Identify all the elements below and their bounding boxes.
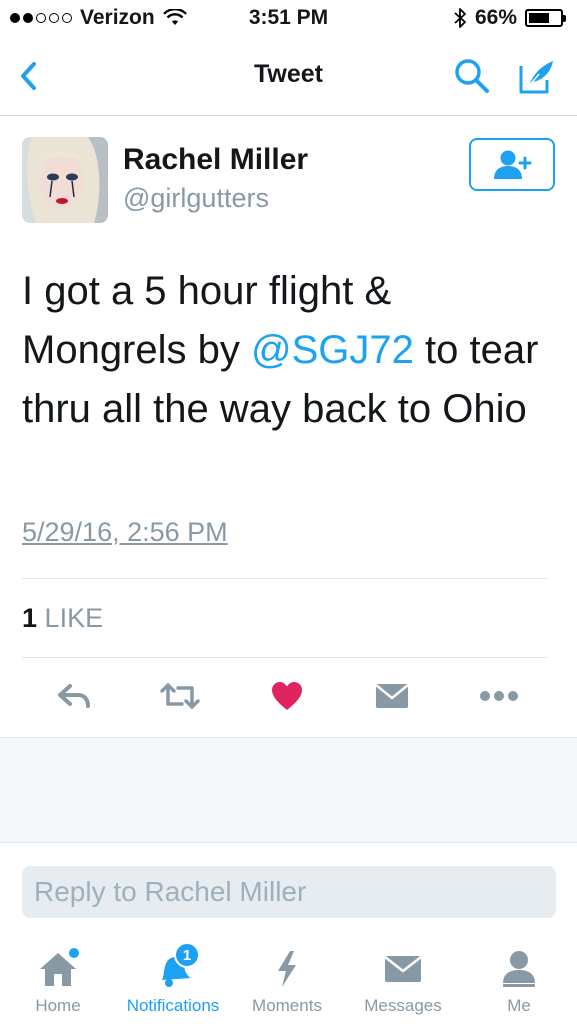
tab-moments[interactable]: Moments bbox=[244, 936, 330, 1024]
direct-message-button[interactable] bbox=[372, 678, 412, 714]
person-icon bbox=[494, 944, 544, 994]
notifications-badge: 1 bbox=[174, 942, 200, 968]
reply-icon bbox=[58, 684, 90, 708]
tab-label: Home bbox=[35, 996, 81, 1015]
direct-message-icon bbox=[375, 684, 409, 708]
home-unread-dot bbox=[69, 948, 79, 958]
mention-link[interactable]: @SGJ72 bbox=[251, 328, 414, 372]
tab-label: Notifications bbox=[126, 996, 220, 1015]
navigation-bar: Tweet bbox=[0, 38, 577, 116]
follow-button[interactable] bbox=[469, 138, 555, 191]
avatar[interactable] bbox=[22, 137, 108, 223]
bluetooth-icon bbox=[454, 8, 466, 28]
like-count-row[interactable]: 1 LIKE bbox=[22, 603, 103, 634]
search-icon[interactable] bbox=[452, 56, 492, 96]
tab-label: Me bbox=[507, 996, 531, 1015]
bell-icon: 1 bbox=[148, 942, 200, 994]
tab-label: Moments bbox=[252, 996, 322, 1015]
reply-input[interactable]: Reply to Rachel Miller bbox=[22, 866, 556, 918]
retweet-button[interactable] bbox=[160, 678, 200, 714]
author-name[interactable]: Rachel Miller bbox=[123, 143, 308, 177]
home-icon bbox=[33, 944, 83, 994]
tweet-text: I got a 5 hour flight & Mongrels by @SGJ… bbox=[22, 262, 562, 439]
more-button[interactable] bbox=[479, 678, 519, 714]
reply-button[interactable] bbox=[54, 678, 94, 714]
more-icon bbox=[480, 691, 518, 701]
like-button[interactable] bbox=[267, 678, 307, 714]
follow-user-icon bbox=[494, 150, 532, 179]
tweet-actions bbox=[0, 674, 577, 718]
battery-level-fill bbox=[529, 13, 549, 23]
battery-icon bbox=[525, 9, 566, 27]
battery-percent: 66% bbox=[474, 6, 517, 29]
battery-group: 66% bbox=[453, 6, 566, 30]
reply-placeholder: Reply to Rachel Miller bbox=[34, 876, 307, 907]
status-bar: Verizon 3:51 PM 66% bbox=[0, 0, 577, 38]
author-handle[interactable]: @girlgutters bbox=[123, 183, 269, 214]
compose-icon[interactable] bbox=[515, 56, 557, 98]
envelope-icon bbox=[378, 944, 428, 994]
divider bbox=[22, 578, 548, 579]
lightning-icon bbox=[262, 944, 312, 994]
empty-replies-area bbox=[0, 737, 577, 843]
like-label: LIKE bbox=[44, 603, 104, 633]
avatar-image bbox=[22, 137, 108, 223]
heart-icon bbox=[272, 682, 302, 710]
tab-home[interactable]: Home bbox=[23, 936, 93, 1024]
tab-label: Messages bbox=[364, 996, 442, 1015]
tab-messages[interactable]: Messages bbox=[355, 936, 451, 1024]
divider bbox=[22, 657, 548, 658]
tab-notifications[interactable]: 1 Notifications bbox=[117, 936, 229, 1024]
tab-me[interactable]: Me bbox=[495, 936, 543, 1024]
retweet-icon bbox=[160, 683, 200, 709]
tweet-timestamp[interactable]: 5/29/16, 2:56 PM bbox=[22, 517, 228, 548]
like-count: 1 bbox=[22, 603, 38, 633]
tab-bar: Home 1 Notifications Moments Messages Me bbox=[0, 936, 577, 1024]
